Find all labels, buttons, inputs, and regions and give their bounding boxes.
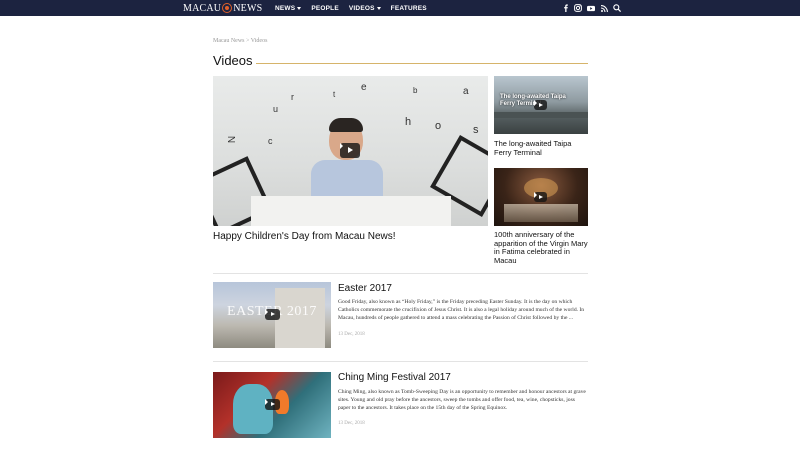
nav-label: NEWS — [275, 4, 296, 12]
breadcrumb[interactable]: Macau News > Videos — [213, 38, 267, 44]
play-icon[interactable] — [340, 143, 360, 158]
chevron-down-icon — [376, 6, 381, 10]
featured-video-thumbnail[interactable]: a e h o s N c u r t b — [213, 76, 488, 226]
nav-label: FEATURES — [390, 4, 427, 12]
social-links — [561, 0, 621, 16]
play-icon[interactable] — [265, 309, 280, 320]
list-item-title[interactable]: Ching Ming Festival 2017 — [338, 372, 451, 383]
play-icon[interactable] — [534, 192, 547, 202]
decorative-letter: h — [405, 116, 412, 128]
decorative-letter: N — [227, 135, 239, 144]
list-item-excerpt: Ching Ming, also known as Tomb-Sweeping … — [338, 389, 586, 412]
section-divider — [213, 273, 588, 274]
side-video-title[interactable]: The long-awaited Taipa Ferry Terminal — [494, 139, 588, 157]
decorative-letter: u — [273, 104, 279, 114]
list-item-excerpt: Good Friday, also known as “Holy Friday,… — [338, 299, 585, 322]
search-icon[interactable] — [613, 4, 621, 12]
main-nav: NEWS PEOPLE VIDEOS FEATURES — [275, 0, 427, 16]
logo-seal-icon — [222, 3, 233, 13]
nav-label: VIDEOS — [348, 4, 375, 12]
top-navigation-bar: MACAU NEWS NEWS PEOPLE VIDEOS FEATURES — [0, 0, 800, 16]
crowd — [504, 204, 578, 222]
logo-text-right: NEWS — [233, 2, 263, 14]
decorative-letter: s — [473, 124, 479, 136]
play-icon[interactable] — [265, 399, 280, 410]
site-logo[interactable]: MACAU NEWS — [183, 2, 262, 14]
child-figure — [329, 118, 363, 132]
list-item-date: 13 Dec, 2018 — [338, 421, 365, 426]
chevron-down-icon — [297, 6, 302, 10]
side-video-thumbnail[interactable] — [494, 168, 588, 226]
decorative-letter: b — [413, 86, 418, 95]
nav-item-videos[interactable]: VIDEOS — [349, 5, 381, 12]
rss-icon[interactable] — [600, 4, 608, 12]
section-divider — [213, 361, 588, 362]
list-video-thumbnail[interactable] — [213, 372, 331, 438]
desk — [251, 196, 451, 226]
decorative-letter: t — [333, 90, 336, 99]
page-title: Videos — [213, 53, 253, 68]
side-video-title[interactable]: 100th anniversary of the apparition of t… — [494, 230, 588, 265]
play-icon[interactable] — [534, 100, 547, 110]
decorative-letter: a — [463, 86, 469, 97]
list-item-title[interactable]: Easter 2017 — [338, 283, 392, 294]
nav-item-people[interactable]: PEOPLE — [311, 5, 339, 12]
logo-text-left: MACAU — [183, 2, 222, 14]
decorative-letter: o — [435, 120, 442, 132]
road — [494, 112, 588, 118]
side-video-thumbnail[interactable]: The long-awaited Taipa Ferry Terminal — [494, 76, 588, 134]
instagram-icon[interactable] — [574, 4, 582, 12]
decorative-letter: e — [361, 82, 367, 93]
nav-label: PEOPLE — [311, 4, 339, 12]
child-figure — [311, 160, 383, 200]
list-item-date: 13 Dec, 2018 — [338, 332, 365, 337]
nav-item-features[interactable]: FEATURES — [391, 5, 427, 12]
list-video-thumbnail[interactable]: EASTER 2017 — [213, 282, 331, 348]
facebook-icon[interactable] — [561, 4, 569, 12]
featured-video-title[interactable]: Happy Children's Day from Macau News! — [213, 231, 396, 242]
decorative-letter: r — [291, 92, 294, 102]
nav-item-news[interactable]: NEWS — [275, 4, 302, 12]
decorative-letter: c — [268, 136, 273, 146]
youtube-icon[interactable] — [587, 4, 595, 12]
title-divider — [256, 63, 588, 64]
